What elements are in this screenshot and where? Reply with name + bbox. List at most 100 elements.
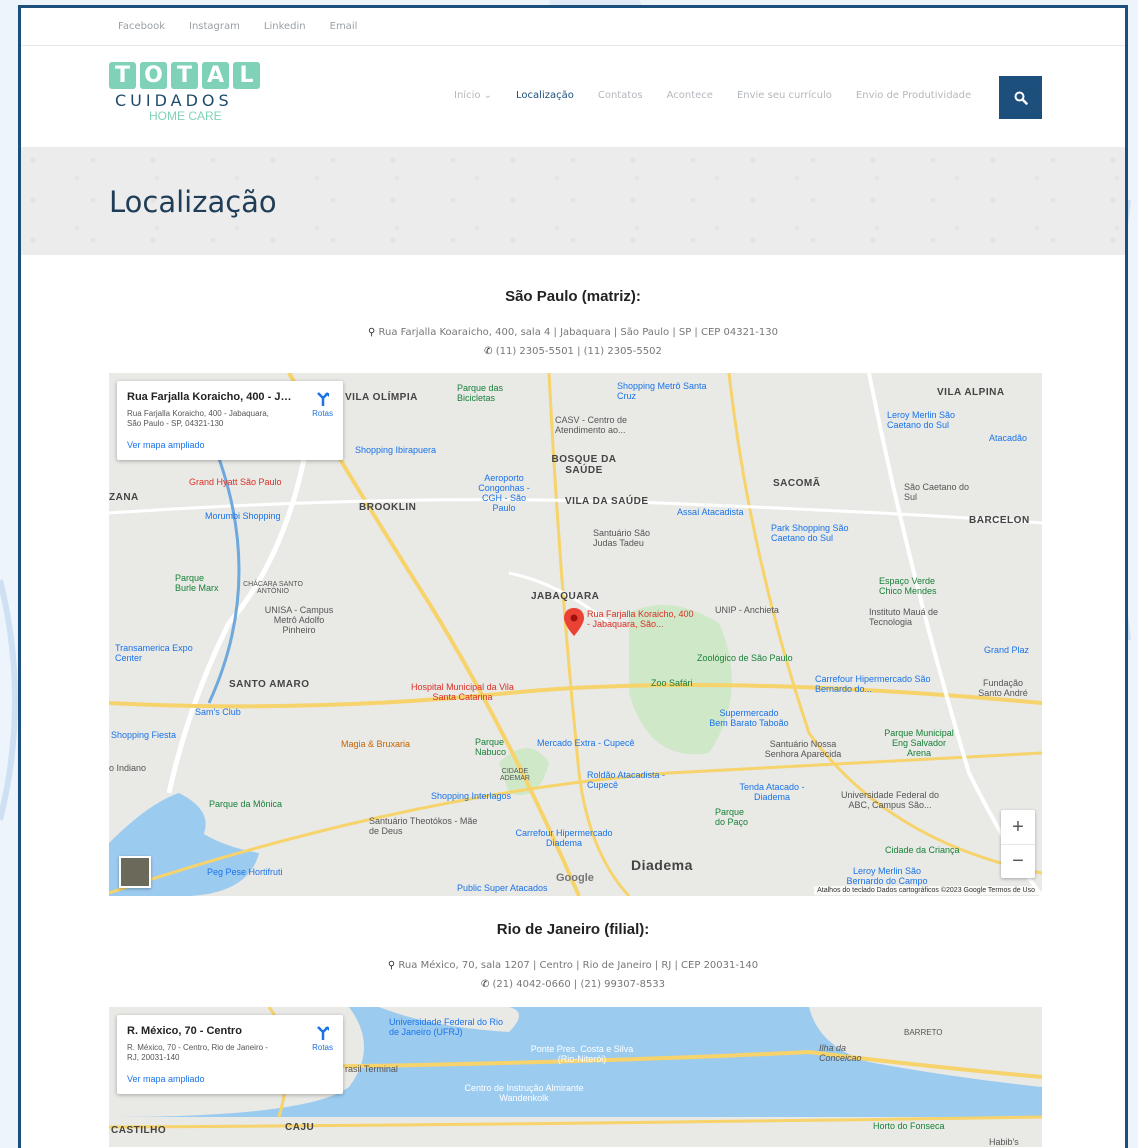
map-poi: Parque da Mônica bbox=[209, 799, 283, 809]
phone-icon: ✆ bbox=[484, 346, 496, 357]
map-label: ZANA bbox=[109, 492, 139, 503]
map-poi: Public Super Atacados bbox=[457, 883, 548, 893]
map-poi: Shopping Fiesta bbox=[111, 730, 177, 740]
map-poi: Carrefour Hipermercado São Bernardo do..… bbox=[815, 674, 931, 694]
map-poi: Morumbi Shopping bbox=[205, 511, 281, 521]
main-nav: Início ⌄ Localização Contatos Acontece E… bbox=[454, 90, 995, 101]
map-poi: Santuário Nossa Senhora Aparecida bbox=[764, 739, 842, 759]
map-poi: Hospital Municipal da Vila Santa Catarin… bbox=[411, 682, 514, 702]
map-label: CIDADE ADEMAR bbox=[500, 768, 530, 782]
email-link[interactable]: Email bbox=[330, 21, 358, 32]
page-frame: Facebook Instagram Linkedin Email T O T … bbox=[18, 5, 1128, 1148]
map-label: Diadema bbox=[631, 857, 693, 873]
zoom-in-button[interactable]: + bbox=[1001, 810, 1035, 844]
map-poi: Santuário São Judas Tadeu bbox=[593, 528, 651, 548]
rj-map-info-card: R. México, 70 - Centro R. México, 70 - C… bbox=[117, 1015, 343, 1094]
nav-envie-curriculo[interactable]: Envie seu currículo bbox=[737, 90, 832, 101]
directions-button[interactable]: Rotas bbox=[312, 391, 333, 418]
nav-envio-produtividade[interactable]: Envio de Produtividade bbox=[856, 90, 971, 101]
rj-map[interactable]: Universidade Federal do Rio de Janeiro (… bbox=[109, 1007, 1042, 1147]
phone-icon: ✆ bbox=[480, 979, 493, 990]
logo[interactable]: T O T A L CUIDADOS HOME CARE bbox=[109, 61, 279, 132]
facebook-link[interactable]: Facebook bbox=[118, 21, 165, 32]
map-label: BOSQUE DA SAÚDE bbox=[551, 454, 617, 476]
street-view-thumbnail[interactable] bbox=[119, 856, 151, 888]
map-poi: Universidade Federal do Rio de Janeiro (… bbox=[389, 1017, 504, 1037]
map-label: SANTO AMARO bbox=[229, 679, 310, 690]
map-poi: Sam's Club bbox=[195, 707, 241, 717]
map-poi: CASV - Centro de Atendimento ao... bbox=[555, 415, 628, 435]
sp-map[interactable]: VILA OLÍMPIA VILA ALPINA ZANA BROOKLIN B… bbox=[109, 373, 1042, 896]
map-poi: Centro de Instrução Almirante Wandenkolk bbox=[464, 1083, 584, 1103]
map-poi: Shopping Metrô Santa Cruz bbox=[617, 381, 707, 401]
map-poi: Parque Municipal Eng Salvador Arena bbox=[884, 728, 954, 758]
directions-label: Rotas bbox=[312, 1043, 333, 1052]
map-poi: Peg Pese Hortifruti bbox=[207, 867, 283, 877]
rj-address-text: Rua México, 70, sala 1207 | Centro | Rio… bbox=[398, 960, 759, 971]
map-poi: Leroy Merlin São Bernardo do Campo bbox=[846, 866, 928, 886]
map-label: BROOKLIN bbox=[359, 502, 417, 513]
map-poi: Espaço Verde Chico Mendes bbox=[879, 576, 937, 596]
logo-cuidados: CUIDADOS bbox=[115, 90, 233, 110]
site-header: T O T A L CUIDADOS HOME CARE Início ⌄ Lo… bbox=[21, 46, 1125, 148]
map-pin-icon[interactable] bbox=[564, 608, 584, 636]
sp-address-text: Rua Farjalla Koaraicho, 400, sala 4 | Ja… bbox=[378, 327, 778, 338]
map-marker-icon: ⚲ bbox=[368, 327, 379, 338]
map-poi: Grand Plaz bbox=[984, 645, 1030, 655]
map-poi: Shopping Interlagos bbox=[431, 791, 512, 801]
map-poi: Roldão Atacadista - Cupecê bbox=[587, 770, 666, 790]
map-label: CASTILHO bbox=[111, 1125, 167, 1136]
map-poi: Mercado Extra - Cupecê bbox=[537, 738, 635, 748]
map-poi: Transamerica Expo Center bbox=[115, 643, 193, 663]
map-poi: São Caetano do Sul bbox=[904, 482, 970, 502]
google-logo: Google bbox=[556, 872, 594, 884]
map-poi: Tenda Atacado - Diadema bbox=[739, 782, 805, 802]
nav-acontece[interactable]: Acontece bbox=[667, 90, 713, 101]
info-card-address: Rua Farjalla Koraicho, 400 - Jabaquara, … bbox=[127, 409, 269, 429]
sp-phone-text: (11) 2305-5501 | (11) 2305-5502 bbox=[495, 346, 662, 357]
rj-phone-text: (21) 4042-0660 | (21) 99307-8533 bbox=[492, 979, 666, 990]
map-poi: Parque Burle Marx bbox=[175, 573, 219, 593]
map-attribution[interactable]: Atalhos do teclado Dados cartográficos ©… bbox=[814, 886, 1038, 895]
linkedin-link[interactable]: Linkedin bbox=[264, 21, 306, 32]
map-poi: Leroy Merlin São Caetano do Sul bbox=[887, 410, 956, 430]
nav-localizacao[interactable]: Localização bbox=[516, 90, 574, 101]
map-poi: Horto do Fonseca bbox=[873, 1121, 945, 1131]
map-poi: Parque Nabuco bbox=[475, 737, 507, 757]
view-larger-map-link[interactable]: Ver mapa ampliado bbox=[127, 1074, 333, 1084]
map-label: VILA OLÍMPIA bbox=[345, 392, 418, 403]
logo-letter: T bbox=[171, 61, 198, 89]
map-poi: Magia & Bruxaria bbox=[341, 739, 411, 749]
nav-contatos[interactable]: Contatos bbox=[598, 90, 643, 101]
directions-label: Rotas bbox=[312, 409, 333, 418]
map-poi: Habib's bbox=[989, 1137, 1019, 1147]
map-poi: Grand Hyatt São Paulo bbox=[189, 477, 282, 487]
map-label: BARRETO bbox=[904, 1028, 943, 1037]
map-poi: UNISA - Campus Metrô Adolfo Pinheiro bbox=[264, 605, 334, 635]
info-card-title: Rua Farjalla Koraicho, 400 - Jabaquara bbox=[127, 391, 292, 403]
map-poi: Carrefour Hipermercado Diadema bbox=[515, 828, 613, 848]
zoom-control: + − bbox=[1001, 810, 1035, 878]
map-poi: Fundação Santo André bbox=[978, 678, 1028, 698]
directions-button[interactable]: Rotas bbox=[312, 1025, 333, 1052]
nav-inicio[interactable]: Início ⌄ bbox=[454, 90, 492, 101]
map-poi: o Indiano bbox=[109, 763, 147, 773]
sp-section-title: São Paulo (matriz): bbox=[505, 288, 641, 305]
info-card-address: R. México, 70 - Centro, Rio de Janeiro -… bbox=[127, 1043, 268, 1063]
rj-section-title: Rio de Janeiro (filial): bbox=[496, 921, 650, 938]
map-pin-label: Rua Farjalla Koraicho, 400 - Jabaquara, … bbox=[587, 609, 694, 629]
map-poi: Supermercado Bem Barato Taboão bbox=[709, 708, 789, 728]
map-poi: UNIP - Anchieta bbox=[715, 605, 779, 615]
map-poi: Park Shopping São Caetano do Sul bbox=[771, 523, 849, 543]
rj-address: ⚲ Rua México, 70, sala 1207 | Centro | R… bbox=[21, 960, 1125, 971]
directions-icon bbox=[316, 392, 329, 406]
view-larger-map-link[interactable]: Ver mapa ampliado bbox=[127, 440, 333, 450]
map-label: CAJU bbox=[285, 1122, 315, 1133]
instagram-link[interactable]: Instagram bbox=[189, 21, 240, 32]
info-card-title: R. México, 70 - Centro bbox=[127, 1025, 242, 1037]
page-title-band: Localização bbox=[21, 148, 1125, 255]
logo-letter: A bbox=[202, 61, 229, 89]
map-poi: Santuário Theotókos - Mãe de Deus bbox=[369, 816, 478, 836]
zoom-out-button[interactable]: − bbox=[1001, 844, 1035, 878]
search-button[interactable] bbox=[999, 76, 1042, 119]
